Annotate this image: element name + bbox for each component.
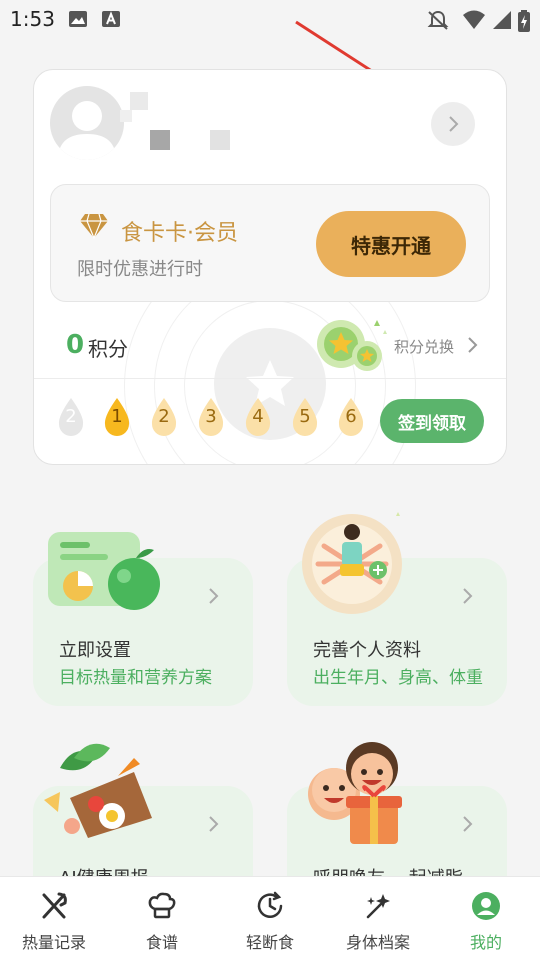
checkin-day-6[interactable]: 6 bbox=[336, 396, 370, 440]
membership-title: 食卡卡·会员 bbox=[121, 221, 238, 246]
food-board-icon bbox=[44, 743, 152, 838]
chevron-right-icon bbox=[463, 816, 473, 832]
membership-banner[interactable]: 食卡卡·会员 限时优惠进行时 特惠开通 bbox=[50, 184, 490, 302]
nav-body-profile[interactable]: 身体档案 bbox=[324, 877, 432, 960]
chevron-right-icon bbox=[449, 116, 459, 132]
checkin-claim-button[interactable]: 签到领取 bbox=[380, 399, 484, 443]
profile-card: 食卡卡·会员 限时优惠进行时 特惠开通 0 积分 积分兑换 2 1 2 3 4 … bbox=[33, 69, 507, 465]
wifi-icon bbox=[463, 10, 485, 29]
mosaic-pixel bbox=[150, 130, 170, 150]
friends-gift-icon bbox=[308, 742, 402, 844]
divider bbox=[34, 378, 506, 379]
app-notification-icon bbox=[102, 11, 120, 27]
checkin-day-4[interactable]: 4 bbox=[243, 396, 277, 440]
diamond-icon bbox=[80, 213, 108, 239]
chevron-right-icon bbox=[209, 588, 219, 604]
membership-activate-button[interactable]: 特惠开通 bbox=[316, 211, 466, 277]
feature-subtitle: 出生年月、身高、体重 bbox=[313, 668, 483, 688]
points-exchange-link[interactable]: 积分兑换 bbox=[394, 336, 454, 357]
user-icon bbox=[472, 892, 500, 920]
nav-fasting[interactable]: 轻断食 bbox=[216, 877, 324, 960]
sparkle-icon bbox=[366, 894, 390, 919]
membership-subtitle: 限时优惠进行时 bbox=[77, 259, 203, 280]
checkin-row: 2 1 2 3 4 5 6 签到领取 bbox=[34, 382, 506, 462]
nav-calorie-record[interactable]: 热量记录 bbox=[0, 877, 108, 960]
mosaic-pixel bbox=[130, 92, 148, 110]
mosaic-pixel bbox=[120, 110, 132, 122]
points-value: 0 bbox=[66, 330, 85, 360]
profile-detail-button[interactable] bbox=[431, 102, 475, 146]
status-bar: 1:53 bbox=[0, 0, 540, 38]
nav-mine[interactable]: 我的 bbox=[432, 877, 540, 960]
nutrition-chart-apple-icon bbox=[48, 532, 160, 610]
chef-hat-icon bbox=[148, 892, 176, 919]
chevron-right-icon[interactable] bbox=[466, 335, 478, 355]
points-label: 积分 bbox=[88, 337, 128, 361]
status-time: 1:53 bbox=[10, 7, 55, 31]
battery-charging-icon bbox=[518, 10, 530, 32]
coins-icon bbox=[317, 320, 387, 371]
chevron-right-icon bbox=[463, 588, 473, 604]
bottom-nav: 热量记录 食谱 轻断食 身体档案 我的 bbox=[0, 876, 540, 960]
checkin-day-2[interactable]: 2 bbox=[149, 396, 183, 440]
body-profile-icon bbox=[302, 512, 402, 614]
feature-subtitle: 目标热量和营养方案 bbox=[59, 668, 212, 688]
feature-title: 完善个人资料 bbox=[313, 640, 421, 661]
bell-off-icon bbox=[427, 10, 449, 30]
signal-icon bbox=[493, 11, 511, 29]
avatar[interactable] bbox=[50, 86, 124, 160]
checkin-day-5[interactable]: 5 bbox=[290, 396, 324, 440]
clock-icon bbox=[257, 891, 283, 918]
feature-title: 立即设置 bbox=[59, 640, 131, 661]
checkin-day-3[interactable]: 3 bbox=[196, 396, 230, 440]
fork-knife-icon bbox=[42, 892, 67, 919]
checkin-day-1[interactable]: 1 bbox=[102, 396, 136, 440]
image-icon bbox=[69, 11, 87, 27]
nav-recipes[interactable]: 食谱 bbox=[108, 877, 216, 960]
checkin-day-0[interactable]: 2 bbox=[56, 396, 90, 440]
points-row: 0 积分 积分兑换 bbox=[34, 320, 506, 378]
mosaic-pixel bbox=[210, 130, 230, 150]
default-user-icon bbox=[58, 101, 116, 160]
chevron-right-icon bbox=[209, 816, 219, 832]
